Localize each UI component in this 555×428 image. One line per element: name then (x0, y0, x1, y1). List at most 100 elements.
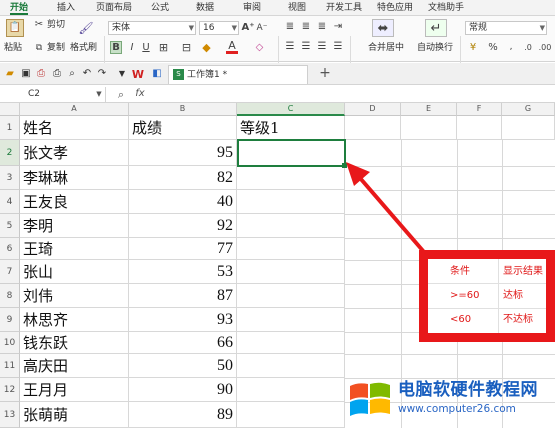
tab-workbook1[interactable]: S 工作簿1 * (168, 65, 308, 84)
border-icon[interactable]: ⊞ (157, 41, 170, 54)
zoom-icon[interactable]: ⌕ (114, 87, 128, 101)
cell-grade[interactable] (237, 190, 345, 214)
cell-name[interactable]: 张山 (20, 260, 129, 284)
cell-b1[interactable]: 成绩 (129, 116, 237, 140)
row-header-13[interactable]: 13 (0, 402, 20, 428)
cell-grade[interactable] (237, 166, 345, 190)
export-icon[interactable]: ⎙ (35, 68, 47, 80)
cell-score[interactable]: 93 (129, 308, 237, 332)
save-icon[interactable]: ▣ (20, 68, 32, 80)
copy-icon[interactable]: ⧉ (34, 43, 44, 53)
merge-cells-icon[interactable]: ⊟ (180, 41, 193, 54)
row-header-3[interactable]: 3 (0, 166, 20, 190)
menu-insert[interactable]: 插入 (57, 1, 75, 15)
cell-a1[interactable]: 姓名 (20, 116, 129, 140)
row-header-10[interactable]: 10 (0, 332, 20, 354)
formula-input[interactable] (152, 86, 555, 102)
merge-center-icon[interactable]: ⬌ (372, 19, 394, 37)
menu-data[interactable]: 数据 (196, 1, 214, 15)
print-preview-icon[interactable]: ⌕ (66, 68, 78, 80)
thousands-icon[interactable]: , (505, 41, 517, 54)
menu-home[interactable]: 开始 (10, 1, 29, 15)
cell-e1[interactable] (401, 116, 457, 140)
cell-name[interactable]: 王月月 (20, 378, 129, 402)
percent-icon[interactable]: % (487, 41, 499, 54)
row-header-2[interactable]: 2 (0, 140, 20, 166)
paste-icon[interactable]: 📋 (6, 19, 24, 37)
row-header-1[interactable]: 1 (0, 116, 20, 140)
row-header-5[interactable]: 5 (0, 214, 20, 238)
cell-name[interactable]: 王琦 (20, 238, 129, 260)
grow-font-icon[interactable]: A⁺ (241, 22, 254, 34)
cell-name[interactable]: 李明 (20, 214, 129, 238)
docs-icon[interactable]: ◧ (150, 67, 164, 81)
cell-score[interactable]: 77 (129, 238, 237, 260)
chevron-down-icon[interactable]: ▼ (117, 69, 127, 79)
shrink-font-icon[interactable]: A⁻ (257, 22, 268, 34)
cell-grade[interactable] (237, 378, 345, 402)
name-box[interactable]: C2 (0, 87, 106, 102)
cell-name[interactable]: 林思齐 (20, 308, 129, 332)
cell-score[interactable]: 66 (129, 332, 237, 354)
row-header-4[interactable]: 4 (0, 190, 20, 214)
cell-score[interactable]: 40 (129, 190, 237, 214)
paste-button[interactable]: 粘贴 (4, 43, 22, 54)
align-right-icon[interactable]: ☰ (316, 41, 328, 53)
cut-button[interactable]: 剪切 (47, 20, 65, 31)
menu-review[interactable]: 审阅 (243, 1, 261, 15)
font-size-select[interactable]: 16 ▼ (199, 21, 239, 35)
cell-grade[interactable] (237, 238, 345, 260)
cell-name[interactable]: 张文孝 (20, 140, 129, 166)
fill-color-icon[interactable]: ◆ (200, 41, 213, 54)
column-header-d[interactable]: D (345, 103, 401, 116)
cell-score[interactable]: 95 (129, 140, 237, 166)
menu-features[interactable]: 特色应用 (377, 1, 413, 15)
cell-g1[interactable] (502, 116, 555, 140)
menu-developer[interactable]: 开发工具 (326, 1, 362, 15)
row-header-12[interactable]: 12 (0, 378, 20, 402)
row-header-8[interactable]: 8 (0, 284, 20, 308)
cell-name[interactable]: 高庆田 (20, 354, 129, 378)
menu-formulas[interactable]: 公式 (151, 1, 169, 15)
format-painter-button[interactable]: 格式刷 (70, 43, 97, 54)
function-icon[interactable]: fx (133, 87, 147, 101)
column-header-f[interactable]: F (457, 103, 502, 116)
cell-score[interactable]: 87 (129, 284, 237, 308)
bold-button[interactable]: B (110, 41, 122, 54)
open-folder-icon[interactable]: ▰ (4, 68, 16, 80)
chevron-down-icon[interactable]: ▼ (94, 89, 104, 99)
currency-icon[interactable]: ¥ (466, 41, 480, 54)
cell-grade[interactable] (237, 308, 345, 332)
cell-grade[interactable] (237, 260, 345, 284)
undo-icon[interactable]: ↶ (81, 68, 93, 80)
new-tab-button[interactable]: + (318, 66, 332, 80)
row-header-7[interactable]: 7 (0, 260, 20, 284)
column-header-a[interactable]: A (20, 103, 129, 116)
cell-f1[interactable] (457, 116, 502, 140)
wrap-text-icon[interactable]: ↵ (425, 19, 447, 37)
indent-icon[interactable]: ⇥ (332, 21, 344, 33)
row-header-11[interactable]: 11 (0, 354, 20, 378)
active-cell-c2[interactable] (237, 139, 346, 167)
font-name-select[interactable]: 宋体 ▼ (108, 21, 196, 35)
redo-icon[interactable]: ↷ (96, 68, 108, 80)
wps-logo-icon[interactable]: W (131, 67, 145, 81)
copy-button[interactable]: 复制 (47, 43, 65, 54)
cell-name[interactable]: 钱东跃 (20, 332, 129, 354)
print-icon[interactable]: ⎙ (51, 68, 63, 80)
cell-score[interactable]: 53 (129, 260, 237, 284)
align-bottom-icon[interactable]: ≣ (316, 21, 328, 33)
select-all-corner[interactable] (0, 103, 20, 116)
column-header-c[interactable]: C (237, 103, 345, 116)
cell-grade[interactable] (237, 214, 345, 238)
justify-icon[interactable]: ☰ (332, 41, 344, 53)
wrap-text-button[interactable]: 自动换行 (417, 43, 453, 54)
menu-doc-helper[interactable]: 文档助手 (428, 1, 464, 15)
cell-name[interactable]: 王友良 (20, 190, 129, 214)
menu-view[interactable]: 视图 (288, 1, 306, 15)
cell-score[interactable]: 90 (129, 378, 237, 402)
underline-button[interactable]: U (141, 41, 151, 54)
decrease-decimal-icon[interactable]: .00 (538, 41, 552, 54)
format-painter-icon[interactable]: 🖌 (78, 20, 93, 36)
cell-d1[interactable] (345, 116, 401, 140)
